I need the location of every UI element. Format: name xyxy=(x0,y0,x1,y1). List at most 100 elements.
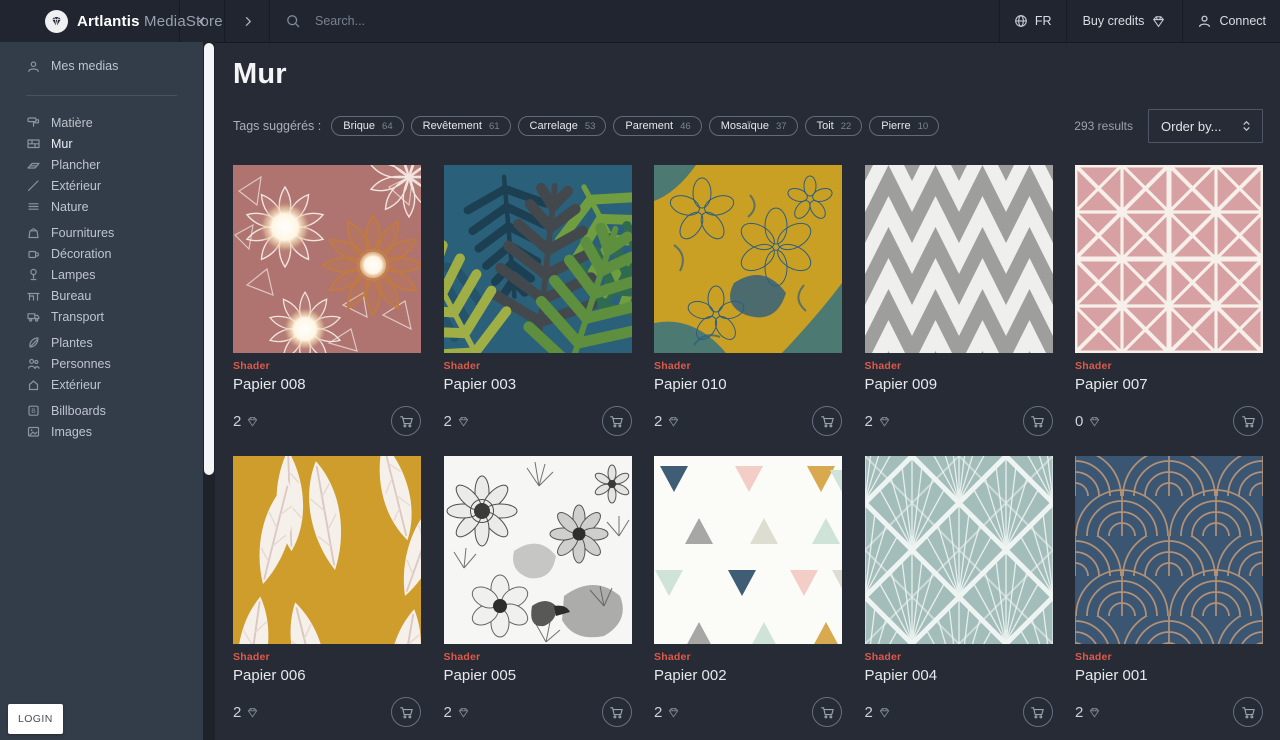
topbar: Artlantis MediaStore FR Buy credits Conn… xyxy=(0,0,1280,43)
product-credits: 2 xyxy=(444,704,470,721)
tag-pill-mosaique[interactable]: Mosaïque37 xyxy=(709,116,798,136)
sidebar-item-label: Bureau xyxy=(51,289,91,303)
tag-pill-carrelage[interactable]: Carrelage53 xyxy=(518,116,607,136)
product-grid: ShaderPapier 0082ShaderPapier 0032Shader… xyxy=(233,165,1263,727)
sidebar-item-mes-medias[interactable]: Mes medias xyxy=(0,54,203,78)
sidebar-item-label: Images xyxy=(51,425,92,439)
product-card: ShaderPapier 0082 xyxy=(233,165,421,436)
credits-count: 2 xyxy=(1075,704,1083,721)
tag-pill-toit[interactable]: Toit22 xyxy=(805,116,863,136)
sidebar-divider xyxy=(26,95,177,96)
people-icon xyxy=(26,357,40,370)
sidebar-item-transport[interactable]: Transport xyxy=(0,306,203,327)
product-image[interactable] xyxy=(865,165,1053,353)
product-image[interactable] xyxy=(654,456,842,644)
sidebar-item-label: Lampes xyxy=(51,268,95,282)
sidebar-item-fournitures[interactable]: Fournitures xyxy=(0,222,203,243)
sidebar-item-label: Mes medias xyxy=(51,59,118,73)
add-to-cart-button[interactable] xyxy=(812,406,842,436)
sidebar-item-plancher[interactable]: Plancher xyxy=(0,154,203,175)
add-to-cart-button[interactable] xyxy=(1233,697,1263,727)
sidebar-item-personnes[interactable]: Personnes xyxy=(0,353,203,374)
brush-icon xyxy=(26,179,40,192)
sidebar-item-billboards[interactable]: BBillboards xyxy=(0,400,203,421)
product-card: ShaderPapier 0032 xyxy=(444,165,632,436)
product-credits: 2 xyxy=(444,413,470,430)
credits-count: 2 xyxy=(444,704,452,721)
product-image[interactable] xyxy=(654,165,842,353)
results-count: 293 results xyxy=(1074,119,1133,133)
tag-label: Carrelage xyxy=(530,120,578,132)
cart-icon xyxy=(1030,414,1045,429)
sidebar-item-plantes[interactable]: Plantes xyxy=(0,332,203,353)
add-to-cart-button[interactable] xyxy=(391,406,421,436)
product-card: ShaderPapier 0062 xyxy=(233,456,421,727)
gem-icon xyxy=(246,415,259,428)
language-label: FR xyxy=(1035,14,1052,28)
brand: Artlantis MediaStore xyxy=(0,0,180,42)
back-button[interactable] xyxy=(180,0,225,42)
sidebar-item-lampes[interactable]: Lampes xyxy=(0,264,203,285)
buy-credits-button[interactable]: Buy credits xyxy=(1066,0,1183,42)
product-image[interactable] xyxy=(444,165,632,353)
product-image[interactable] xyxy=(233,456,421,644)
sidebar-item-mur[interactable]: Mur xyxy=(0,133,203,154)
add-to-cart-button[interactable] xyxy=(602,697,632,727)
sidebar-item-decoration[interactable]: Décoration xyxy=(0,243,203,264)
login-button[interactable]: LOGIN xyxy=(8,704,63,734)
sidebar-item-label: Billboards xyxy=(51,404,106,418)
tag-pill-pierre[interactable]: Pierre10 xyxy=(869,116,939,136)
credits-count: 2 xyxy=(865,704,873,721)
sidebar-scrollbar-thumb[interactable] xyxy=(204,43,214,475)
product-card: ShaderPapier 0070 xyxy=(1075,165,1263,436)
product-image[interactable] xyxy=(1075,165,1263,353)
connect-button[interactable]: Connect xyxy=(1182,0,1280,42)
sidebar-item-nature[interactable]: Nature xyxy=(0,196,203,217)
product-image[interactable] xyxy=(233,165,421,353)
sidebar-item-exterieur[interactable]: Extérieur xyxy=(0,374,203,395)
chevron-right-icon xyxy=(241,15,254,28)
add-to-cart-button[interactable] xyxy=(1023,697,1053,727)
product-type-label: Shader xyxy=(233,651,421,663)
sidebar-item-images[interactable]: Images xyxy=(0,421,203,442)
product-credits: 2 xyxy=(233,704,259,721)
sidebar-scrollbar-track[interactable] xyxy=(203,42,215,740)
product-card: ShaderPapier 0042 xyxy=(865,456,1053,727)
forward-button[interactable] xyxy=(225,0,270,42)
bag-icon xyxy=(26,226,40,239)
lamp-icon xyxy=(26,268,40,281)
product-credits: 2 xyxy=(865,413,891,430)
product-image[interactable] xyxy=(1075,456,1263,644)
product-card: ShaderPapier 0102 xyxy=(654,165,842,436)
product-image[interactable] xyxy=(444,456,632,644)
credits-count: 2 xyxy=(233,704,241,721)
tag-pill-revetement[interactable]: Revêtement61 xyxy=(411,116,511,136)
sidebar-item-label: Personnes xyxy=(51,357,111,371)
language-button[interactable]: FR xyxy=(999,0,1066,42)
add-to-cart-button[interactable] xyxy=(391,697,421,727)
tag-pill-brique[interactable]: Brique64 xyxy=(331,116,403,136)
sidebar-item-exterieur[interactable]: Extérieur xyxy=(0,175,203,196)
product-credits: 0 xyxy=(1075,413,1101,430)
order-by-select[interactable]: Order by... xyxy=(1148,109,1263,143)
add-to-cart-button[interactable] xyxy=(1023,406,1053,436)
product-image[interactable] xyxy=(865,456,1053,644)
search-bar xyxy=(270,0,999,42)
sidebar-item-label: Transport xyxy=(51,310,104,324)
add-to-cart-button[interactable] xyxy=(1233,406,1263,436)
search-input[interactable] xyxy=(313,13,617,29)
tag-count: 64 xyxy=(382,121,393,132)
add-to-cart-button[interactable] xyxy=(602,406,632,436)
tag-pill-parement[interactable]: Parement46 xyxy=(613,116,701,136)
product-name: Papier 007 xyxy=(1075,376,1263,393)
add-to-cart-button[interactable] xyxy=(812,697,842,727)
cart-icon xyxy=(609,414,624,429)
sidebar-item-bureau[interactable]: Bureau xyxy=(0,285,203,306)
sidebar-item-matiere[interactable]: Matière xyxy=(0,112,203,133)
sidebar-item-label: Mur xyxy=(51,137,73,151)
sidebar-item-label: Plantes xyxy=(51,336,93,350)
mug-icon xyxy=(26,247,40,260)
gem-icon xyxy=(667,415,680,428)
product-credits: 2 xyxy=(654,413,680,430)
sidebar-item-label: Fournitures xyxy=(51,226,114,240)
